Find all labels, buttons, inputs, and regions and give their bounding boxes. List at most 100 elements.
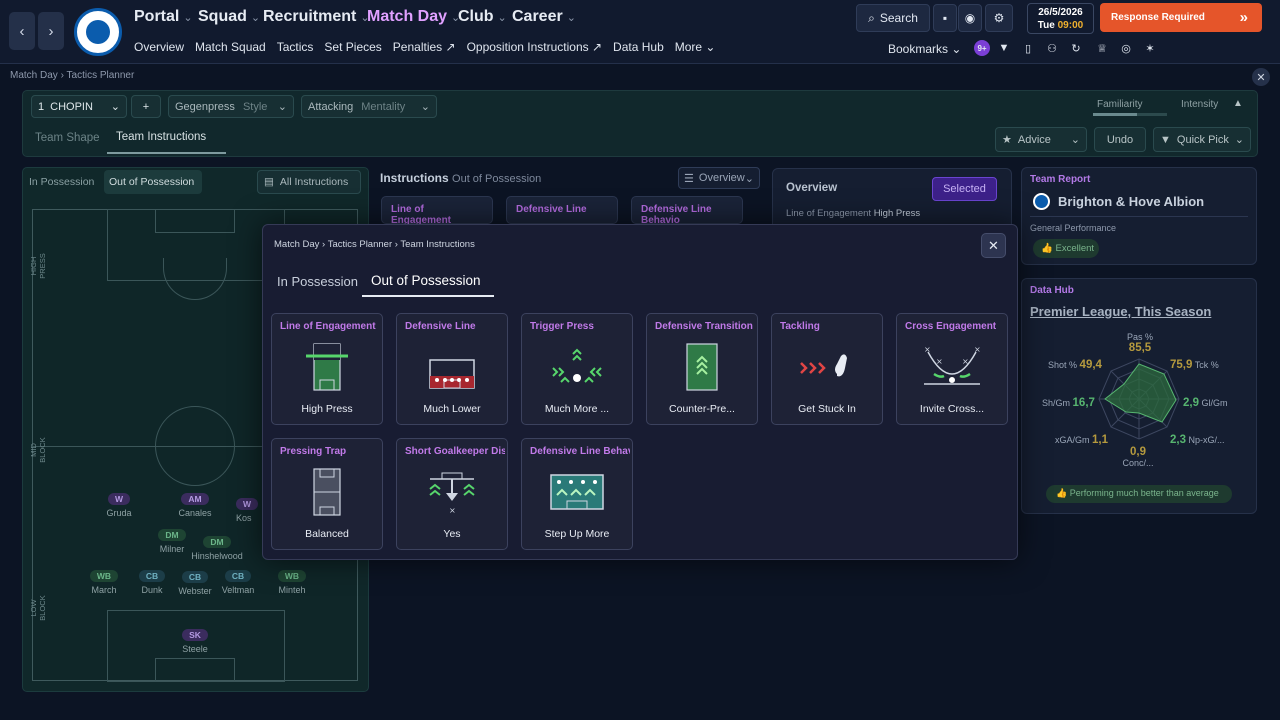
instruction-card-cross-engagement[interactable]: Cross Engagement × × × × Invite Cross... <box>896 313 1008 425</box>
instruction-card[interactable]: Defensive Line <box>506 196 618 224</box>
player-marker[interactable]: AM Canales <box>160 493 230 518</box>
world-button[interactable]: ◉ <box>958 4 982 32</box>
instruction-card-defensive-transition[interactable]: Defensive Transition Counter-Pre... <box>646 313 758 425</box>
instruction-card-defensive-line-behaviour[interactable]: Defensive Line Behavic Step Up More <box>521 438 633 550</box>
line-of-engagement-icon <box>306 343 348 391</box>
plus-icon: + <box>142 100 150 113</box>
card-value: Much Lower <box>423 403 481 415</box>
scout-icon[interactable]: ✶ <box>1142 40 1158 56</box>
tab-team-shape[interactable]: Team Shape <box>35 132 100 144</box>
defensive-transition-icon <box>686 343 718 391</box>
thumbs-up-icon: 👍 <box>1056 488 1068 498</box>
data-hub-title[interactable]: Data Hub <box>1030 285 1074 296</box>
tactics-icon[interactable]: ⚇ <box>1044 40 1060 56</box>
modal-tab-out-of-possession[interactable]: Out of Possession <box>362 266 494 297</box>
card-title: Trigger Press <box>530 321 594 332</box>
card-title: Defensive Transition <box>655 321 753 332</box>
menu-club[interactable]: Club ⌄ <box>458 6 507 28</box>
menu-squad[interactable]: Squad ⌄ <box>198 6 260 28</box>
submenu-penalties[interactable]: Penalties ↗ <box>393 40 456 54</box>
player-marker[interactable]: W Gruda <box>84 493 154 518</box>
day-text: Tue <box>1037 20 1055 31</box>
card-value: High Press <box>301 403 353 415</box>
stat-np-xg: 2,3 Np-xG/... <box>1170 434 1225 446</box>
document-icon[interactable]: ▯ <box>1020 40 1036 56</box>
settings-button[interactable]: ⚙ <box>985 4 1013 32</box>
close-icon[interactable]: ✕ <box>1252 68 1270 86</box>
breadcrumb-match-day[interactable]: Match Day <box>10 70 58 81</box>
card-title: Cross Engagement <box>905 321 997 332</box>
instruction-card-defensive-line[interactable]: Defensive Line Much Lower <box>396 313 508 425</box>
player-marker[interactable]: SK Steele <box>160 629 230 654</box>
svg-text:×: × <box>974 345 981 354</box>
mentality-selector[interactable]: Attacking Mentality ⌄ <box>301 95 437 118</box>
notification-badge[interactable]: 9+ <box>974 40 990 56</box>
shirt-icon[interactable]: ▼ <box>996 40 1012 56</box>
all-instructions-button[interactable]: ▤ All Instructions <box>257 170 361 194</box>
search-button[interactable]: ⌕ Search <box>856 4 930 32</box>
modal-tab-in-possession[interactable]: In Possession <box>277 274 358 289</box>
menu-portal[interactable]: Portal ⌄ <box>134 6 193 28</box>
tab-team-instructions[interactable]: Team Instructions <box>107 126 226 154</box>
card-value: Invite Cross... <box>919 403 985 415</box>
card-value: Step Up More <box>544 528 610 540</box>
quick-pick-button[interactable]: ▼ Quick Pick ⌄ <box>1153 127 1251 152</box>
team-report-title[interactable]: Team Report <box>1030 174 1090 185</box>
selected-button[interactable]: Selected <box>932 177 997 201</box>
data-hub-scope[interactable]: Premier League, This Season <box>1030 304 1211 319</box>
tactic-selector[interactable]: 1 CHOPIN ⌄ <box>31 95 127 118</box>
refresh-icon[interactable]: ↻ <box>1068 40 1084 56</box>
modal-close-button[interactable]: ✕ <box>981 233 1006 258</box>
undo-button[interactable]: Undo <box>1094 127 1146 152</box>
advice-button[interactable]: ★ Advice ⌄ <box>995 127 1087 152</box>
instruction-card-short-goalkeeper-distribution[interactable]: Short Goalkeeper Distr × Yes <box>396 438 508 550</box>
tab-pitch-out-of-possession[interactable]: Out of Possession <box>104 170 202 194</box>
high-press-label: HIGH PRESS <box>29 253 47 279</box>
trophy-icon[interactable]: ♕ <box>1094 40 1110 56</box>
bookmarks-dropdown[interactable]: Bookmarks ⌄ <box>888 42 961 56</box>
instruction-card-tackling[interactable]: Tackling Get Stuck In <box>771 313 883 425</box>
menu-recruitment[interactable]: Recruitment ⌄ <box>263 6 370 28</box>
modal-crumb-match-day[interactable]: Match Day <box>274 239 319 250</box>
submenu-match-squad[interactable]: Match Squad <box>195 40 266 54</box>
breadcrumb: Match Day › Tactics Planner <box>10 70 135 81</box>
modal-crumb-tactics-planner[interactable]: Tactics Planner <box>328 239 392 250</box>
bookmark-button[interactable]: ▪ <box>933 4 957 32</box>
club-crest-logo[interactable] <box>74 8 122 56</box>
svg-text:×: × <box>449 506 456 515</box>
stat-conc: 0,9 Conc/... <box>1122 446 1154 468</box>
overview-title: Overview <box>786 182 838 194</box>
back-button[interactable]: ‹ <box>9 12 35 50</box>
instruction-card[interactable]: Line of Engagement <box>381 196 493 226</box>
menu-match-day[interactable]: Match Day ⌄ <box>367 6 460 28</box>
response-required-button[interactable]: Response Required» <box>1100 3 1262 32</box>
add-tactic-button[interactable]: + <box>131 95 161 118</box>
forward-button[interactable]: › <box>38 12 64 50</box>
card-value: Much More ... <box>544 403 610 415</box>
submenu-tactics[interactable]: Tactics <box>277 40 314 54</box>
ball-icon[interactable]: ◎ <box>1118 40 1134 56</box>
card-title: Pressing Trap <box>280 446 347 457</box>
breadcrumb-tactics-planner[interactable]: Tactics Planner <box>67 70 135 81</box>
familiarity-bar <box>1093 113 1167 116</box>
tab-pitch-in-possession[interactable]: In Possession <box>29 176 94 188</box>
card-title: Tackling <box>780 321 820 332</box>
submenu-data-hub[interactable]: Data Hub <box>613 40 664 54</box>
instruction-card-line-of-engagement[interactable]: Line of Engagement High Press <box>271 313 383 425</box>
instruction-card-pressing-trap[interactable]: Pressing Trap Balanced <box>271 438 383 550</box>
overview-select[interactable]: ☰ Overview ⌄ <box>678 167 760 189</box>
style-selector[interactable]: Gegenpress Style ⌄ <box>168 95 294 118</box>
instruction-card[interactable]: Defensive Line Behavio <box>631 196 743 226</box>
submenu-opposition-instructions[interactable]: Opposition Instructions ↗ <box>467 40 602 54</box>
date-time-display[interactable]: 26/5/2026 Tue 09:00 <box>1027 3 1094 34</box>
time-text: 09:00 <box>1057 20 1084 31</box>
svg-text:×: × <box>962 357 969 366</box>
pressing-trap-icon <box>313 468 341 516</box>
submenu-more[interactable]: More ⌄ <box>675 40 716 54</box>
instruction-card-trigger-press[interactable]: Trigger Press Much More ... <box>521 313 633 425</box>
player-marker[interactable]: WB Minteh <box>257 570 327 595</box>
player-marker[interactable]: DM Hinshelwood <box>182 536 252 561</box>
submenu-overview[interactable]: Overview <box>134 40 184 54</box>
submenu-set-pieces[interactable]: Set Pieces <box>324 40 381 54</box>
menu-career[interactable]: Career ⌄ <box>512 6 576 28</box>
